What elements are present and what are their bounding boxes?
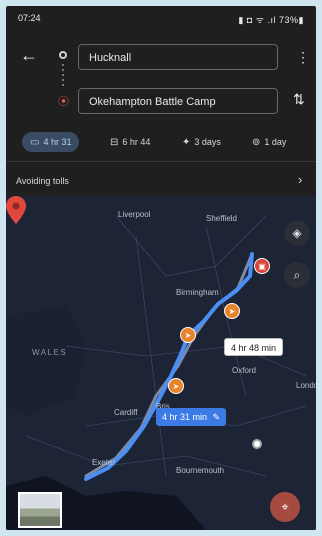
divider: [6, 161, 316, 162]
destination-pin-icon: ⦿: [58, 96, 69, 108]
place-sheffield: Sheffield: [206, 214, 237, 223]
main-route-time: 4 hr 31 min: [162, 412, 208, 422]
main-route-callout[interactable]: 4 hr 31 min ✎: [156, 408, 227, 426]
place-cardiff: Cardiff: [114, 408, 138, 417]
tab-walk[interactable]: ✦ 3 days: [182, 132, 221, 152]
place-wales: WALES: [32, 348, 68, 357]
tab-bike[interactable]: ⊚ 1 day: [252, 132, 286, 152]
layers-icon[interactable]: ◈: [284, 220, 310, 246]
tab-walk-label: 3 days: [194, 137, 221, 147]
place-bournemouth: Bournemouth: [176, 466, 225, 475]
bike-icon: ⊚: [252, 137, 261, 148]
place-birmingham: Birmingham: [176, 288, 219, 297]
travel-mode-tabs: ▭ 4 hr 31 ⊟ 6 hr 44 ✦ 3 days ⊚ 1 day: [6, 124, 316, 158]
street-view-thumbnail[interactable]: [18, 492, 62, 528]
tab-transit[interactable]: ⊟ 6 hr 44: [110, 132, 150, 152]
status-indicators: ▮ ◘ ᯤ .ıl 73%▮: [238, 15, 304, 25]
tab-drive-label: 4 hr 31: [43, 137, 72, 147]
map-view[interactable]: Liverpool Sheffield Birmingham WALES Oxf…: [6, 196, 316, 530]
walk-icon: ✦: [182, 137, 191, 148]
phone-screen: 07:24 ▮ ◘ ᯤ .ıl 73%▮ ← ⦿ Hucknall Okeham…: [6, 6, 316, 530]
train-icon: ⊟: [110, 137, 119, 148]
avoiding-tolls-label[interactable]: Avoiding tolls: [16, 176, 69, 186]
place-london: Londo: [296, 381, 316, 390]
tag-icon: ✎: [212, 412, 221, 422]
incident-icon[interactable]: ▣: [254, 258, 270, 274]
place-oxford: Oxford: [232, 366, 257, 375]
destination-field[interactable]: Okehampton Battle Camp: [78, 88, 278, 114]
my-location-icon[interactable]: ⌖: [270, 492, 300, 522]
arrow-left-icon[interactable]: ←: [20, 46, 38, 64]
status-time: 07:24: [18, 13, 41, 23]
hazard-icon[interactable]: ➤: [168, 378, 184, 394]
search-icon[interactable]: ⌕: [284, 262, 310, 288]
hazard-icon[interactable]: ➤: [224, 303, 240, 319]
origin-pin-icon: [6, 196, 26, 224]
origin-dot-icon: [59, 51, 67, 59]
hazard-icon[interactable]: ➤: [180, 327, 196, 343]
tab-transit-label: 6 hr 44: [122, 137, 151, 147]
status-bar: 07:24 ▮ ◘ ᯤ .ıl 73%▮: [6, 6, 316, 30]
destination-marker: [252, 439, 262, 449]
kebab-icon[interactable]: ⋮: [296, 49, 310, 66]
place-liverpool: Liverpool: [118, 210, 151, 219]
place-exeter: Exeter: [92, 458, 116, 467]
tab-drive[interactable]: ▭ 4 hr 31: [22, 132, 80, 152]
alternative-route-callout[interactable]: 4 hr 48 min: [224, 338, 284, 356]
route-connector: [62, 64, 64, 88]
chevron-right-icon[interactable]: ›: [298, 172, 302, 187]
alternative-route-time: 4 hr 48 min: [231, 343, 277, 353]
origin-field[interactable]: Hucknall: [78, 44, 278, 70]
tab-bike-label: 1 day: [264, 137, 287, 147]
origin-value: Hucknall: [89, 52, 132, 64]
destination-value: Okehampton Battle Camp: [89, 96, 216, 108]
swap-icon[interactable]: ⇅: [293, 91, 305, 108]
car-icon: ▭: [30, 137, 40, 148]
map-canvas: [6, 196, 316, 530]
